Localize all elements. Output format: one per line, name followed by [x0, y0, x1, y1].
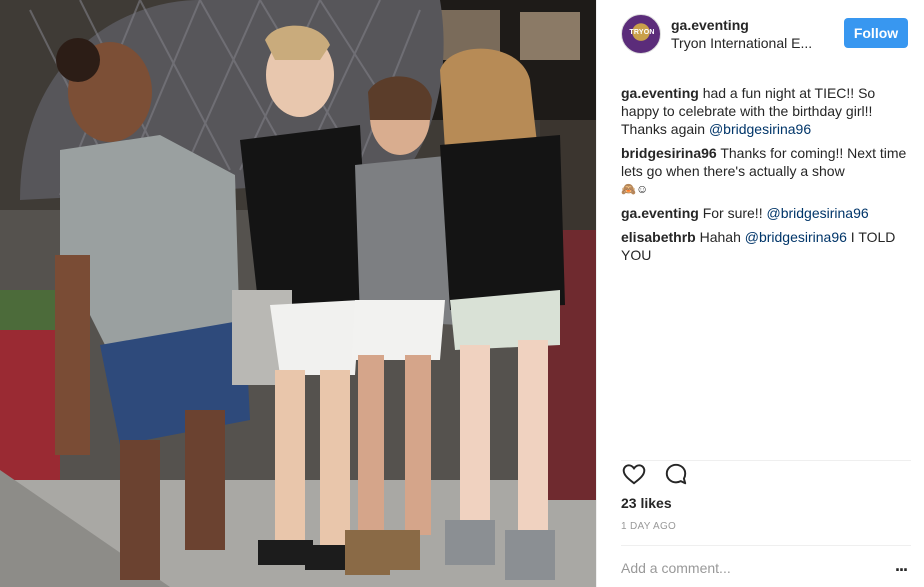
comment-author[interactable]: ga.eventing	[621, 85, 699, 101]
add-comment-bar: ...	[621, 545, 911, 587]
post-username[interactable]: ga.eventing	[671, 16, 812, 34]
post-photo[interactable]	[0, 0, 596, 587]
comment-item: ga.eventing For sure!! @bridgesirina96	[621, 204, 911, 222]
comment-author[interactable]: bridgesirina96	[621, 145, 717, 161]
comments-list: ga.eventing had a fun night at TIEC!! So…	[621, 84, 911, 270]
heart-icon[interactable]	[621, 461, 647, 491]
post-actions: 23 likes 1 DAY AGO	[621, 460, 911, 532]
comment-item: ga.eventing had a fun night at TIEC!! So…	[621, 84, 911, 138]
avatar[interactable]: TRYON	[621, 14, 661, 54]
post-timestamp[interactable]: 1 DAY AGO	[621, 521, 676, 532]
avatar-logo-text: TRYON	[629, 29, 655, 36]
comment-text: Hahah	[699, 229, 741, 245]
header-text: ga.eventing Tryon International E...	[671, 16, 812, 52]
comment-mention[interactable]: @bridgesirina96	[709, 121, 811, 137]
post-location[interactable]: Tryon International E...	[671, 34, 812, 52]
more-options-icon[interactable]: ...	[891, 556, 911, 580]
action-icons	[621, 461, 689, 491]
comment-mention[interactable]: @bridgesirina96	[745, 229, 847, 245]
photo-scene	[0, 0, 596, 587]
post-header: TRYON ga.eventing Tryon International E.…	[597, 0, 924, 68]
likes-count[interactable]: 23 likes	[621, 495, 672, 511]
add-comment-input[interactable]	[621, 556, 881, 580]
comment-text: For sure!!	[702, 205, 763, 221]
follow-button[interactable]: Follow	[844, 18, 908, 48]
comment-item: elisabethrb Hahah @bridgesirina96 I TOLD…	[621, 228, 911, 264]
comment-mention[interactable]: @bridgesirina96	[766, 205, 868, 221]
comment-emoji: 🙈☺	[621, 182, 649, 196]
comment-icon[interactable]	[663, 461, 689, 491]
post-details-panel: TRYON ga.eventing Tryon International E.…	[596, 0, 924, 587]
comment-item: bridgesirina96 Thanks for coming!! Next …	[621, 144, 911, 198]
comment-author[interactable]: ga.eventing	[621, 205, 699, 221]
comment-author[interactable]: elisabethrb	[621, 229, 696, 245]
